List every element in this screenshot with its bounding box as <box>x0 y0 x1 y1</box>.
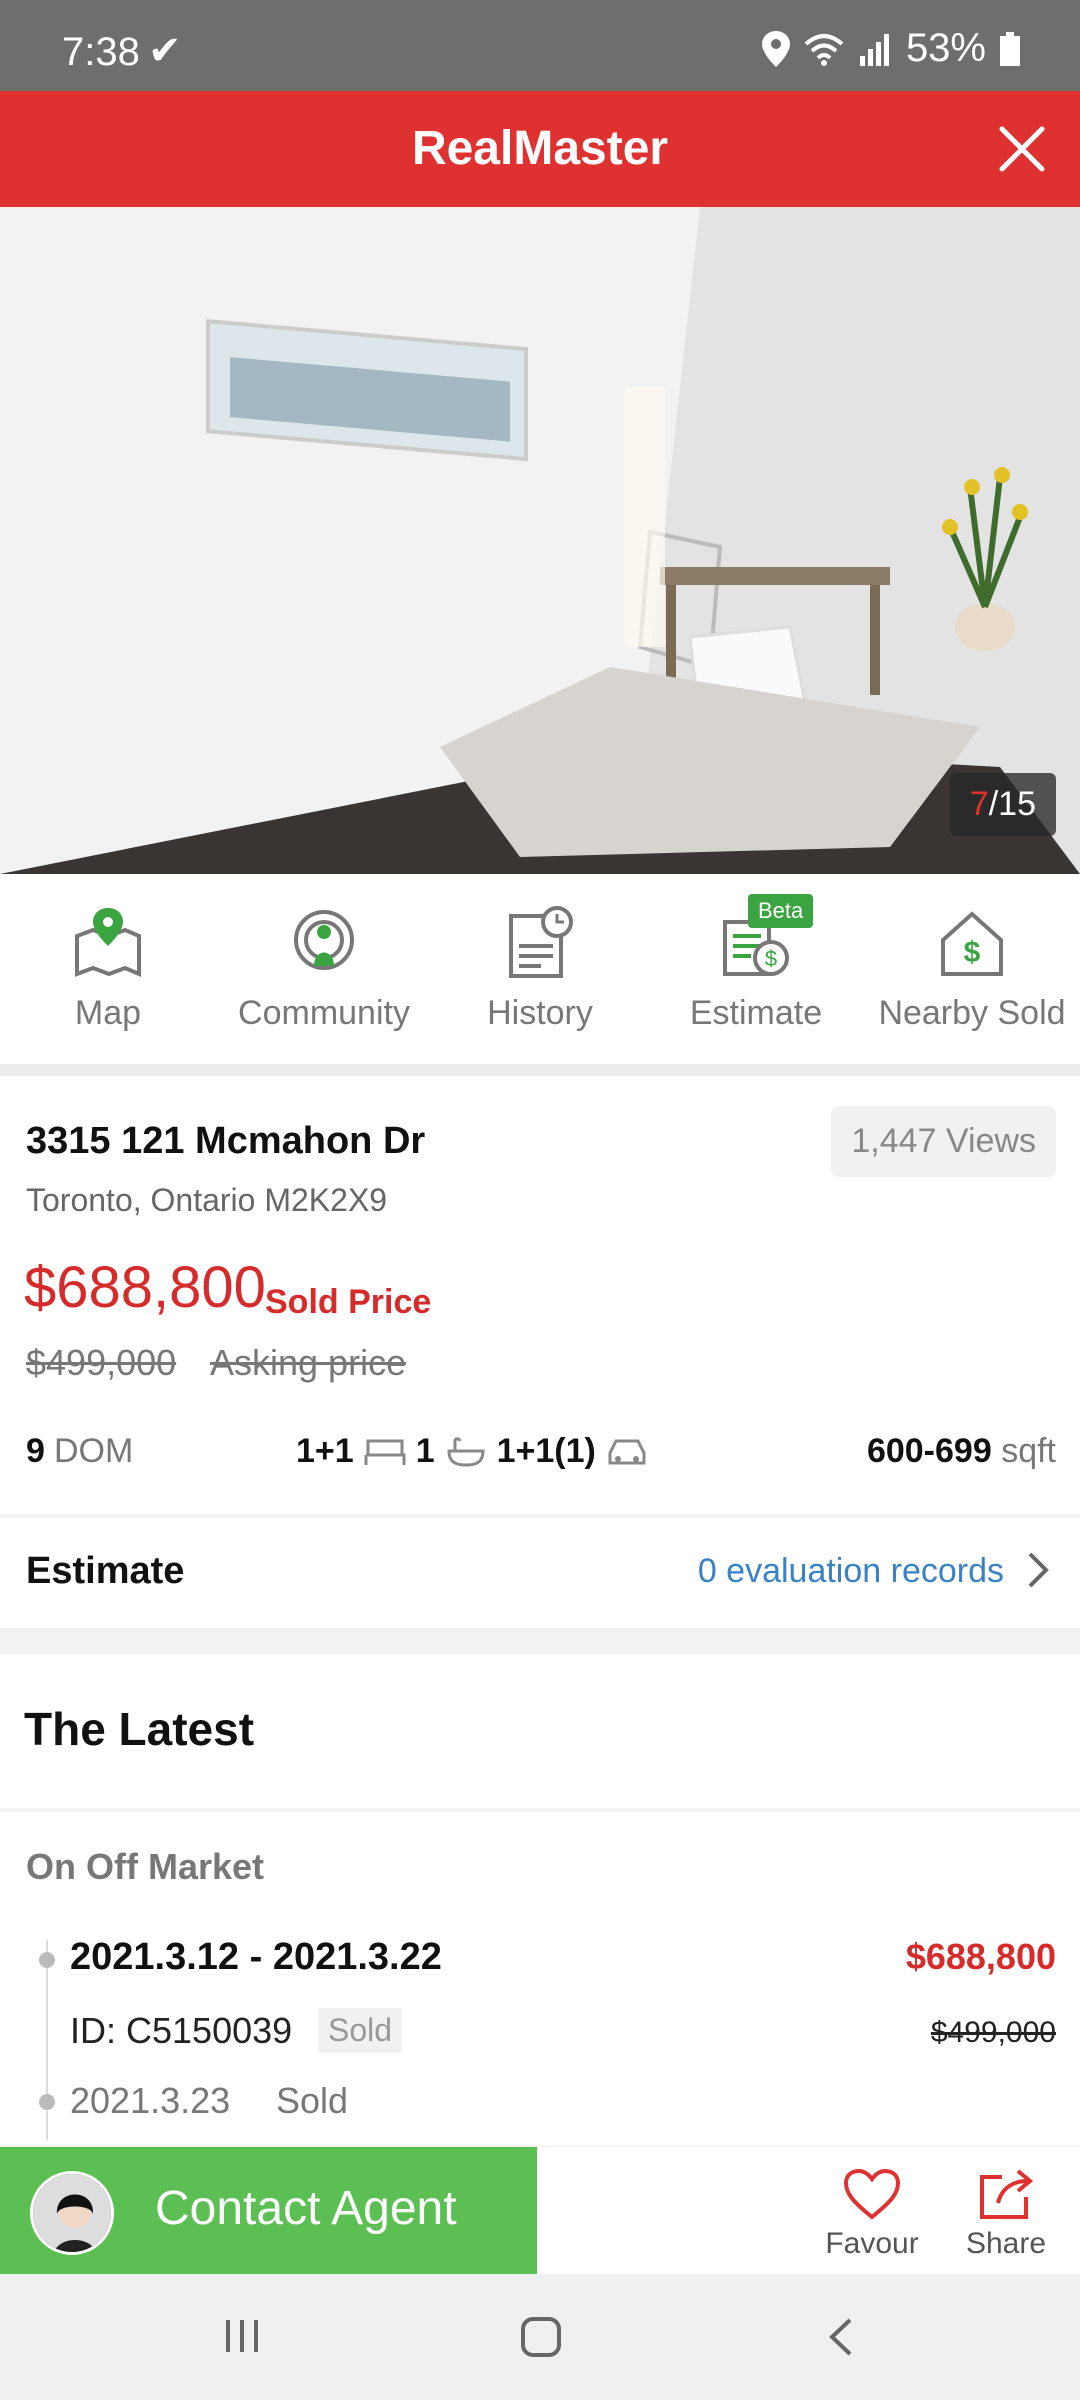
status-time: 7:38 <box>62 30 140 74</box>
room-photo-illustration <box>0 207 1080 874</box>
record-asking-price: $499,000 <box>930 2016 1056 2049</box>
divider <box>0 1628 1080 1654</box>
bath-icon <box>447 1436 485 1467</box>
estimate-title: Estimate <box>26 1550 185 1592</box>
beta-badge: Beta <box>748 894 814 928</box>
share-label: Share <box>965 2227 1047 2260</box>
quicknav-label: Estimate <box>689 994 823 1032</box>
status-bar: 7:38 ✔ 53% <box>0 0 1080 91</box>
timeline-dot <box>39 2094 55 2110</box>
history-icon <box>509 906 573 978</box>
sqft-label: sqft <box>1001 1432 1056 1470</box>
signal-icon <box>859 33 889 66</box>
favour-label: Favour <box>825 2227 919 2260</box>
timeline-dot <box>39 1952 55 1968</box>
latest-title: The Latest <box>24 1703 255 1755</box>
record-sold-price: $688,800 <box>905 1936 1056 1977</box>
divider <box>0 1808 1080 1812</box>
map-pin-icon <box>75 908 141 978</box>
sold-date: 2021.3.23 <box>70 2080 231 2121</box>
photo-counter: 7/15 <box>949 773 1056 836</box>
parking-value: 1+1(1) <box>496 1432 596 1470</box>
asking-price: $499,000 <box>26 1342 177 1383</box>
contact-agent-button[interactable]: Contact Agent <box>0 2147 537 2275</box>
divider <box>0 1064 1080 1076</box>
quicknav-label: Nearby Sold <box>878 994 1066 1032</box>
agent-avatar <box>30 2171 114 2255</box>
home-icon[interactable] <box>520 2316 562 2358</box>
location-icon <box>761 30 790 67</box>
wifi-icon <box>804 33 844 66</box>
quicknav-label: History <box>487 994 593 1032</box>
mls-id: ID: C5150039 <box>70 2010 293 2051</box>
listing-photo[interactable]: 7/15 <box>0 207 1080 874</box>
sold-status: Sold <box>276 2080 349 2121</box>
favour-button[interactable]: Favour <box>812 2167 932 2261</box>
app-title: RealMaster <box>411 122 669 175</box>
market-period: 2021.3.12 - 2021.3.22 <box>70 1936 442 1978</box>
dom-label: DOM <box>54 1432 134 1470</box>
photo-current: 7 <box>969 785 989 823</box>
battery-percent: 53% <box>905 26 986 70</box>
room-features: 1+1 1 1+1(1) <box>296 1432 648 1471</box>
share-icon <box>980 2169 1034 2219</box>
contact-agent-label: Contact Agent <box>155 2182 457 2235</box>
share-button[interactable]: Share <box>946 2167 1066 2261</box>
back-icon[interactable] <box>826 2316 856 2358</box>
system-nav-bar <box>0 2274 1080 2400</box>
heart-icon <box>843 2168 901 2220</box>
evaluation-records-link[interactable]: 0 evaluation records <box>698 1552 1004 1591</box>
views-count: 1,447 Views <box>831 1106 1056 1177</box>
bed-icon <box>364 1439 406 1465</box>
recents-icon[interactable] <box>222 2316 262 2356</box>
checkmark-icon: ✔ <box>148 29 182 73</box>
close-icon[interactable] <box>994 121 1050 177</box>
status-right: 53% <box>761 26 1020 71</box>
quicknav-label: Community <box>238 994 410 1032</box>
dom-value: 9 <box>26 1432 45 1470</box>
quicknav-community[interactable]: Community <box>216 874 432 1064</box>
listing-address: 3315 121 Mcmahon Dr <box>26 1120 426 1162</box>
sqft: 600-699 sqft <box>867 1432 1056 1471</box>
house-dollar-icon: $ <box>941 911 1003 976</box>
listing-city: Toronto, Ontario M2K2X9 <box>26 1182 388 1218</box>
sqft-value: 600-699 <box>866 1432 992 1470</box>
photo-total: /15 <box>988 785 1036 823</box>
chevron-right-icon <box>1028 1552 1049 1588</box>
timeline-line <box>46 1940 48 2140</box>
status-badge: Sold <box>318 2008 403 2053</box>
sold-price-label: Sold Price <box>265 1283 432 1321</box>
bottom-action-bar: Contact Agent Favour Share <box>0 2146 1080 2275</box>
beds-value: 1+1 <box>296 1432 354 1470</box>
community-icon <box>294 910 354 970</box>
car-icon <box>608 1439 646 1464</box>
quicknav-map[interactable]: Map <box>0 874 216 1064</box>
estimate-row[interactable]: Estimate 0 evaluation records <box>0 1516 1080 1628</box>
app-header: RealMaster <box>0 91 1080 207</box>
asking-price-label: Asking price <box>210 1342 407 1383</box>
quicknav-nearby-sold[interactable]: $ Nearby Sold <box>864 874 1080 1064</box>
baths-value: 1 <box>415 1432 435 1470</box>
sold-price: $688,800 <box>24 1255 266 1320</box>
quick-nav: Map Community History $ Estimate $ Nearb… <box>0 874 1080 1064</box>
battery-icon <box>1000 31 1020 66</box>
quicknav-history[interactable]: History <box>432 874 648 1064</box>
listing-specs: 9 DOM 1+1 1 1+1(1) 600-699 sqft <box>26 1432 1056 1482</box>
on-off-market-heading: On Off Market <box>26 1846 265 1887</box>
svg-text:$: $ <box>765 946 777 971</box>
svg-text:$: $ <box>964 936 981 969</box>
quicknav-label: Map <box>74 994 142 1032</box>
